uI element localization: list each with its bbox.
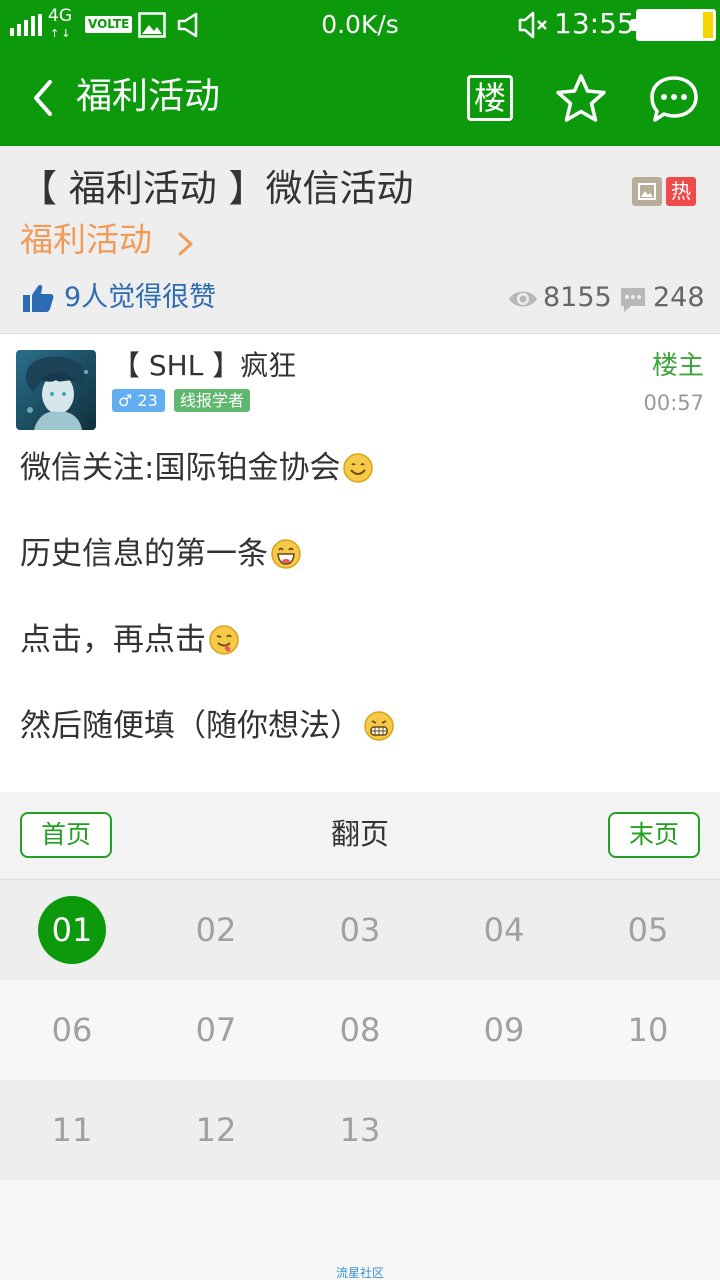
page-row: 11 12 13 <box>0 1080 720 1180</box>
nav-bar: 福利活动 楼 <box>0 50 720 146</box>
post-line: 微信关注:国际铂金协会 <box>20 448 374 488</box>
comments-icon <box>621 288 645 312</box>
last-page-button[interactable]: 末页 <box>608 812 700 858</box>
status-bar: 4G ↑↓ VOLTE 0.0K/s 13:55 <box>0 0 720 50</box>
favorite-star-icon[interactable] <box>553 72 609 126</box>
page-item[interactable]: 02 <box>144 880 288 980</box>
post-line-text: 历史信息的第一条 <box>20 536 268 572</box>
grimace-emoji-icon <box>364 711 394 741</box>
comments-count: 248 <box>653 282 705 313</box>
hot-badge: 热 <box>666 177 696 206</box>
avatar[interactable] <box>16 350 96 430</box>
battery-icon <box>636 9 716 41</box>
page-grid: 01 02 03 04 05 06 07 08 09 10 11 12 13 <box>0 880 720 1180</box>
page-item[interactable]: 12 <box>144 1080 288 1180</box>
page-item[interactable]: 04 <box>432 880 576 980</box>
clock: 13:55 <box>554 7 635 40</box>
page-item[interactable]: 09 <box>432 980 576 1080</box>
page-item[interactable]: 06 <box>0 980 144 1080</box>
page-item[interactable]: 13 <box>288 1080 432 1180</box>
post-header: 【 福利活动 】微信活动 热 福利活动 9人觉得很赞 8155 248 <box>0 146 720 334</box>
page-item[interactable]: 11 <box>0 1080 144 1180</box>
post-line: 历史信息的第一条 <box>20 534 302 574</box>
post-badges: 热 <box>632 177 696 206</box>
category-link[interactable]: 福利活动 <box>20 218 152 262</box>
likes-count[interactable]: 9人觉得很赞 <box>64 280 216 316</box>
pager-bar: 首页 翻页 末页 <box>0 792 720 880</box>
mute-icon <box>518 11 547 39</box>
grin-emoji-icon <box>271 539 301 569</box>
page-row: 01 02 03 04 05 <box>0 880 720 980</box>
page-item[interactable]: 07 <box>144 980 288 1080</box>
post-body: 【 SHL 】疯狂 ♂ 23 线报学者 楼主 00:57 微信关注:国际铂金协会… <box>0 334 720 792</box>
post-title: 【 福利活动 】微信活动 <box>20 167 414 210</box>
views-eye-icon <box>509 291 537 307</box>
page-row: 06 07 08 09 10 <box>0 980 720 1080</box>
views-count: 8155 <box>543 282 612 313</box>
back-icon[interactable] <box>26 78 62 118</box>
footer-watermark: 流星社区 <box>335 1266 384 1280</box>
tongue-emoji-icon <box>209 625 239 655</box>
page-item[interactable]: 08 <box>288 980 432 1080</box>
post-line-text: 然后随便填（随你想法） <box>20 708 361 744</box>
floor-button[interactable]: 楼 <box>467 75 513 121</box>
author-name[interactable]: 【 SHL 】疯狂 <box>112 348 296 384</box>
page-item-current[interactable]: 01 <box>0 880 144 980</box>
post-time: 00:57 <box>643 391 704 415</box>
page-item[interactable]: 10 <box>576 980 720 1080</box>
post-line: 然后随便填（随你想法） <box>20 706 395 746</box>
post-line-text: 点击，再点击 <box>20 622 206 658</box>
thumbs-up-icon[interactable] <box>22 283 54 313</box>
page-item[interactable]: 05 <box>576 880 720 980</box>
image-badge-icon <box>632 177 662 206</box>
post-line-text: 微信关注:国际铂金协会 <box>20 450 341 486</box>
rank-badge: 线报学者 <box>174 389 251 412</box>
comment-bubble-icon[interactable] <box>648 74 700 124</box>
original-poster-label: 楼主 <box>651 351 704 381</box>
page-item[interactable]: 03 <box>288 880 432 980</box>
page-title: 福利活动 <box>76 76 221 117</box>
gender-level-badge: ♂ 23 <box>112 389 165 412</box>
chevron-right-icon[interactable] <box>176 230 196 258</box>
post-line: 点击，再点击 <box>20 620 240 660</box>
smile-emoji-icon <box>343 453 374 483</box>
